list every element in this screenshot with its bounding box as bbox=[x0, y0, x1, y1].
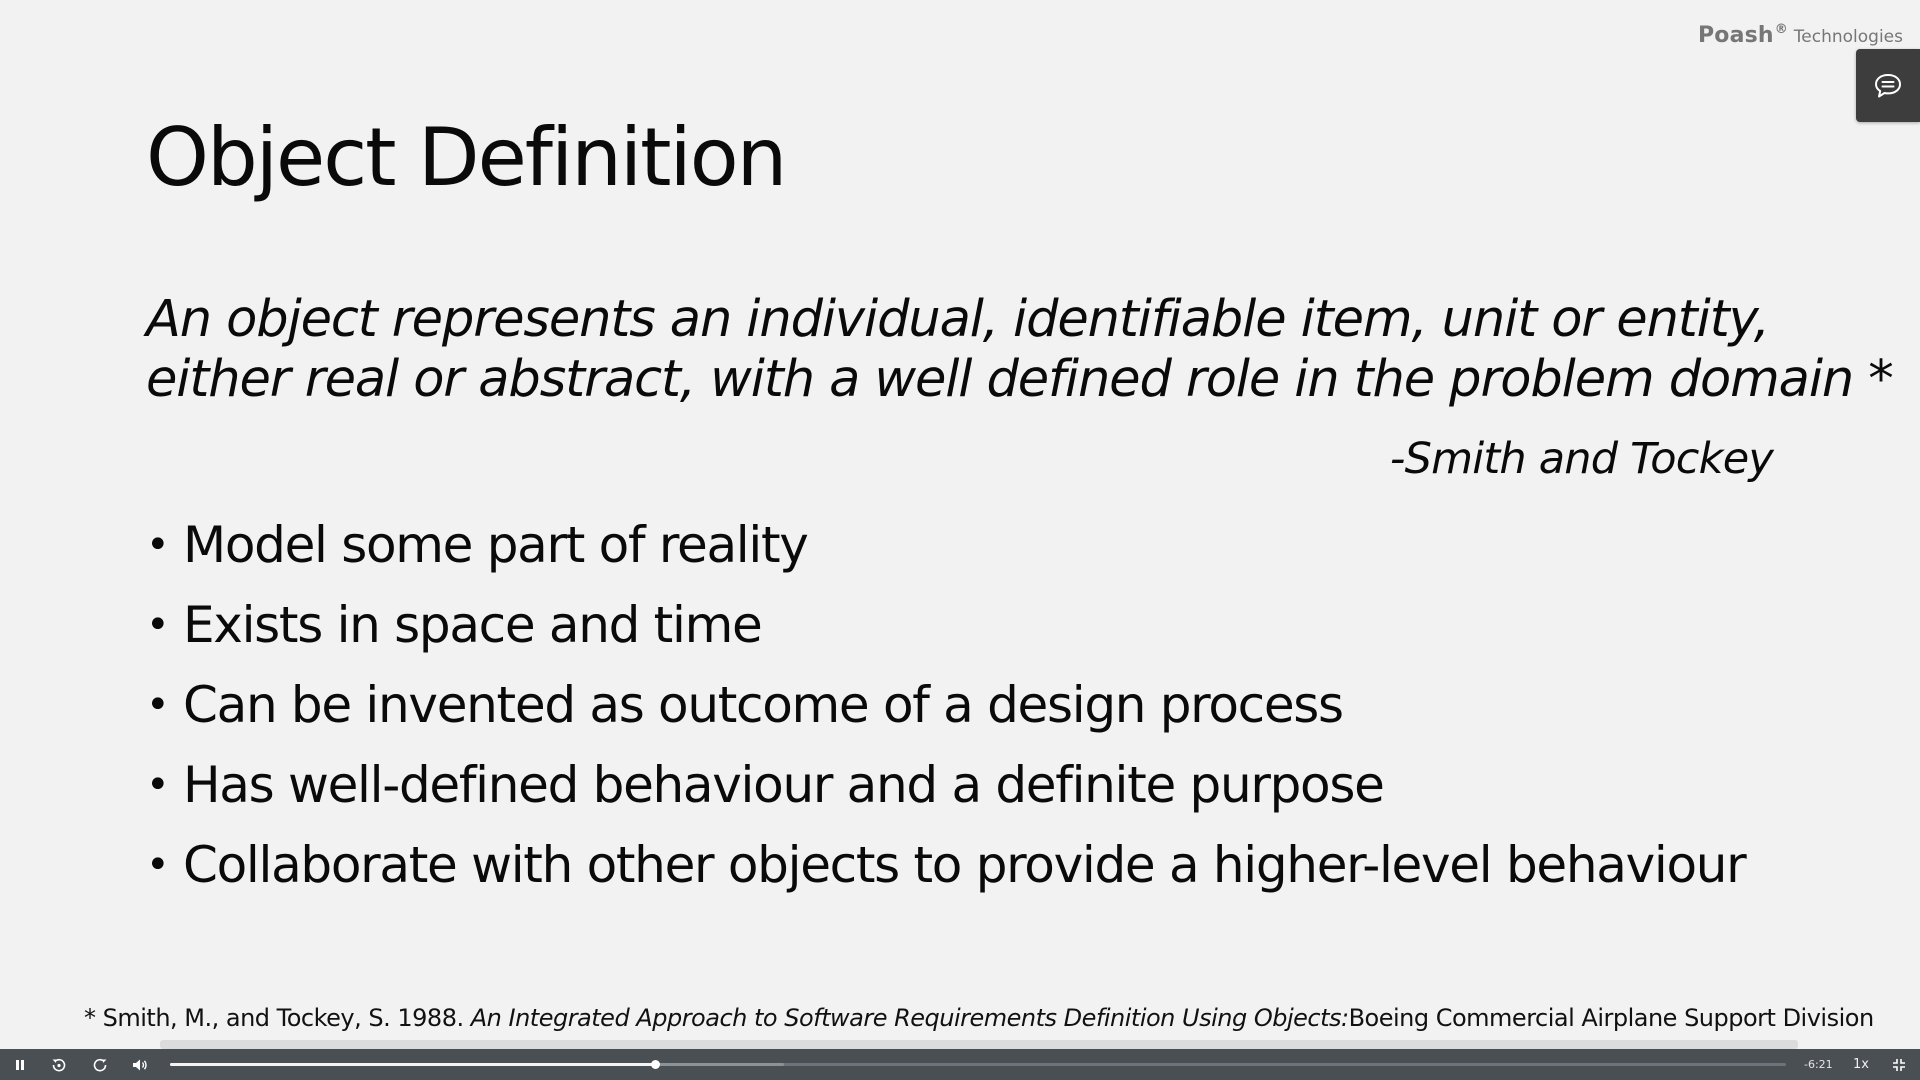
bullet-text: Can be invented as outcome of a design p… bbox=[183, 676, 1344, 734]
quote-attribution: -Smith and Tockey bbox=[1389, 434, 1774, 484]
bullet-dot: • bbox=[146, 762, 170, 808]
progress-played bbox=[170, 1063, 655, 1066]
chat-icon bbox=[1875, 73, 1901, 97]
bullet-item: • Model some part of reality bbox=[146, 505, 1745, 585]
exit-fullscreen-icon bbox=[1893, 1058, 1905, 1071]
slide-scrollbar[interactable] bbox=[160, 1040, 1798, 1049]
rewind-icon bbox=[52, 1058, 66, 1071]
slide: Poash® Technologies Object Definition An … bbox=[0, 0, 1920, 1049]
bullet-text: Model some part of reality bbox=[183, 516, 809, 574]
brand-name: Poash bbox=[1697, 23, 1774, 48]
bullet-dot: • bbox=[146, 522, 170, 568]
definition-quote: An object represents an individual, iden… bbox=[146, 290, 1894, 410]
bullet-item: • Can be invented as outcome of a design … bbox=[146, 665, 1745, 745]
volume-icon bbox=[133, 1059, 147, 1070]
exit-fullscreen-button[interactable] bbox=[1884, 1049, 1914, 1080]
bullet-text: Exists in space and time bbox=[183, 596, 763, 654]
brand-logo: Poash® Technologies bbox=[1698, 22, 1903, 48]
bullet-dot: • bbox=[146, 602, 170, 648]
bullet-list: • Model some part of reality • Exists in s… bbox=[146, 505, 1747, 905]
footnote-prefix: * Smith, M., and Tockey, S. 1988. bbox=[84, 1004, 471, 1032]
footnote-citation: * Smith, M., and Tockey, S. 1988. An Int… bbox=[84, 1003, 1874, 1033]
rewind-button[interactable] bbox=[44, 1049, 74, 1080]
brand-registered-mark: ® bbox=[1774, 22, 1788, 37]
bullet-dot: • bbox=[146, 842, 170, 888]
progress-thumb[interactable] bbox=[650, 1060, 660, 1069]
bullet-dot: • bbox=[146, 682, 170, 728]
playback-speed-button[interactable]: 1x bbox=[1848, 1049, 1874, 1080]
chat-button[interactable] bbox=[1856, 49, 1920, 122]
forward-button[interactable] bbox=[86, 1049, 114, 1080]
footnote-italic-title: An Integrated Approach to Software Requi… bbox=[470, 1004, 1349, 1032]
time-remaining: -6:21 bbox=[1804, 1058, 1833, 1071]
bullet-text: Collaborate with other objects to provid… bbox=[183, 836, 1747, 894]
slide-title: Object Definition bbox=[146, 111, 787, 204]
brand-suffix: Technologies bbox=[1793, 27, 1903, 47]
progress-bar[interactable] bbox=[170, 1060, 1786, 1069]
volume-button[interactable] bbox=[126, 1049, 154, 1080]
quote-line: An object represents an individual, iden… bbox=[146, 290, 1770, 349]
pause-icon bbox=[16, 1059, 24, 1070]
bullet-item: • Exists in space and time bbox=[146, 585, 1745, 665]
bullet-text: Has well-defined behaviour and a definit… bbox=[183, 756, 1385, 814]
footnote-suffix: Boeing Commercial Airplane Support Divis… bbox=[1348, 1004, 1875, 1032]
quote-line: either real or abstract, with a well def… bbox=[146, 350, 1894, 409]
play-pause-button[interactable] bbox=[6, 1049, 34, 1080]
bullet-item: • Has well-defined behaviour and a defini… bbox=[146, 745, 1745, 825]
forward-icon bbox=[93, 1058, 107, 1071]
player-controls: -6:21 1x bbox=[0, 1049, 1920, 1080]
bullet-item: • Collaborate with other objects to provi… bbox=[146, 825, 1747, 905]
